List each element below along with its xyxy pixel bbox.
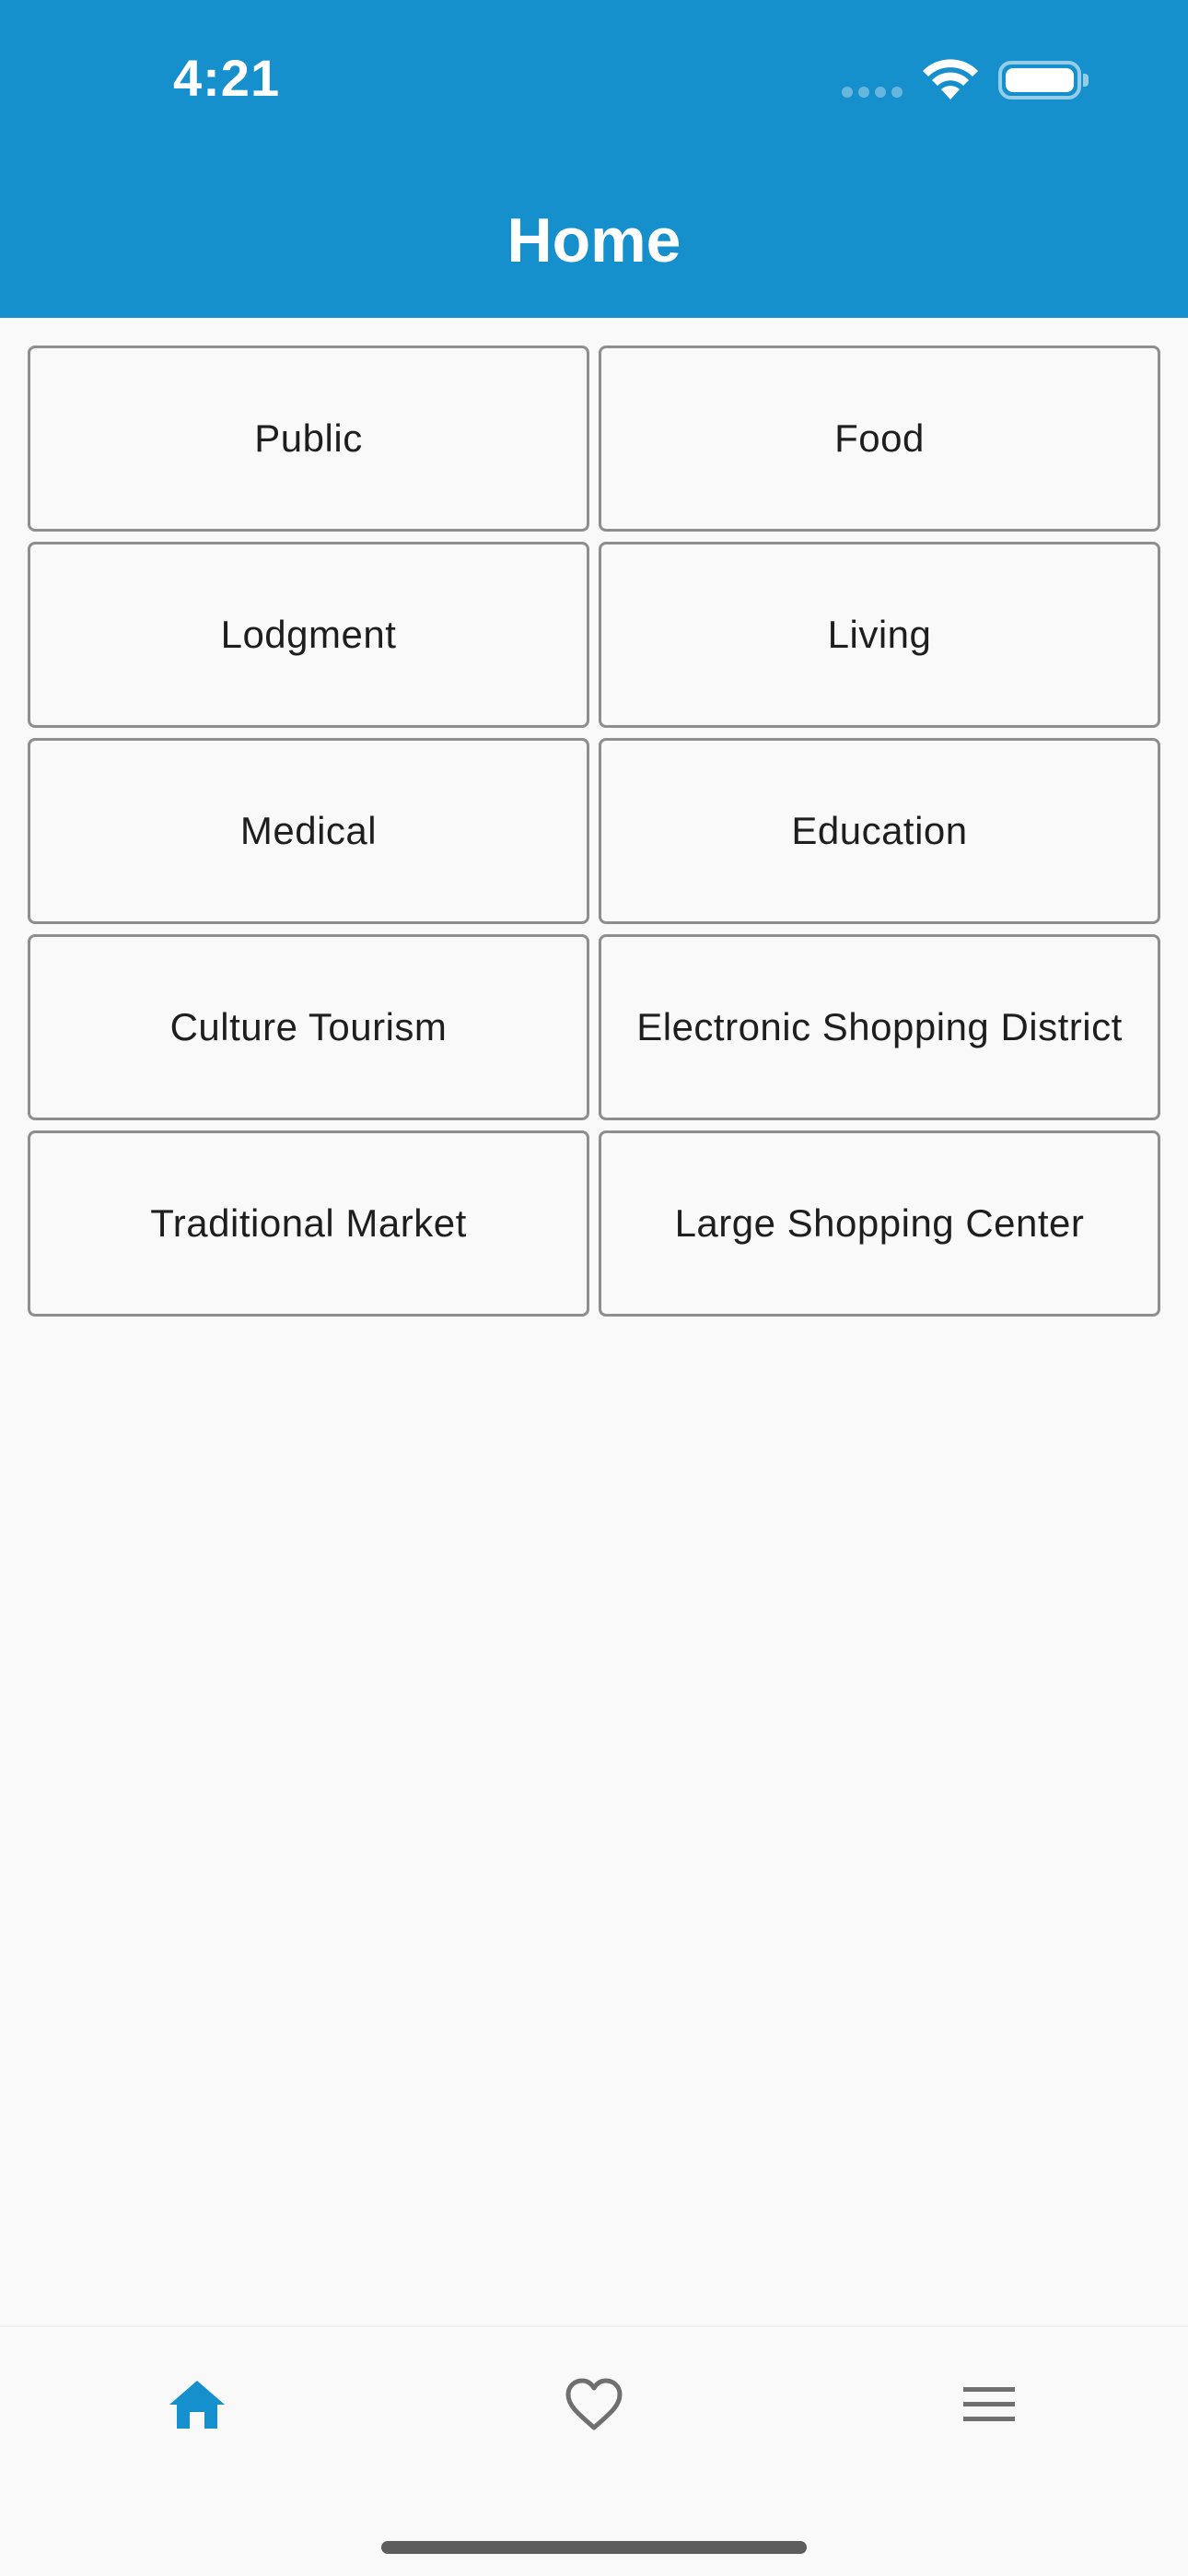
page-title: Home <box>507 205 681 275</box>
app-screen: 4:21 Home Public Food Lodgment Living Me… <box>0 0 1188 2576</box>
category-button-living[interactable]: Living <box>599 542 1160 728</box>
category-button-traditional-market[interactable]: Traditional Market <box>28 1130 589 1317</box>
category-button-electronic-shopping-district[interactable]: Electronic Shopping District <box>599 934 1160 1120</box>
wifi-icon <box>923 59 978 100</box>
category-button-lodgment[interactable]: Lodgment <box>28 542 589 728</box>
nav-favorites-tab[interactable] <box>557 2368 631 2441</box>
bottom-navigation-bar <box>0 2325 1188 2576</box>
nav-home-tab[interactable] <box>160 2368 234 2441</box>
battery-icon <box>998 61 1081 100</box>
category-button-public[interactable]: Public <box>28 345 589 532</box>
home-indicator[interactable] <box>381 2541 807 2554</box>
category-button-education[interactable]: Education <box>599 738 1160 924</box>
category-button-large-shopping-center[interactable]: Large Shopping Center <box>599 1130 1160 1317</box>
status-bar-time: 4:21 <box>173 49 281 107</box>
battery-cap <box>1083 74 1089 87</box>
category-button-culture-tourism[interactable]: Culture Tourism <box>28 934 589 1120</box>
home-icon <box>169 2381 225 2429</box>
app-header: 4:21 Home <box>0 0 1188 318</box>
menu-icon <box>963 2387 1015 2421</box>
cellular-signal-icon <box>842 87 904 98</box>
category-grid: Public Food Lodgment Living Medical Educ… <box>28 345 1160 1317</box>
category-button-food[interactable]: Food <box>599 345 1160 532</box>
category-button-medical[interactable]: Medical <box>28 738 589 924</box>
heart-icon <box>565 2378 623 2430</box>
nav-menu-tab[interactable] <box>952 2368 1026 2441</box>
